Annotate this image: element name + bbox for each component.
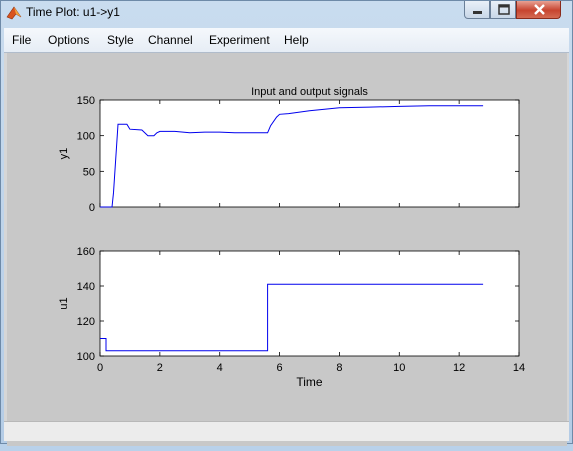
y-tick-label: 100 — [77, 351, 95, 363]
close-icon — [534, 4, 545, 15]
menu-help[interactable]: Help — [284, 33, 309, 47]
y-tick-label: 150 — [77, 95, 95, 107]
minimize-icon — [473, 11, 482, 14]
menu-options[interactable]: Options — [48, 33, 89, 47]
window-title: Time Plot: u1->y1 — [26, 5, 120, 19]
figure-area: Input and output signals 0 50 100 150 y1 100 12… — [7, 53, 567, 446]
menu-file[interactable]: File — [12, 33, 31, 47]
x-tick-label: 0 — [97, 362, 103, 374]
x-tick-label: 12 — [453, 362, 465, 374]
minimize-button[interactable] — [464, 1, 490, 19]
matlab-logo-icon — [6, 5, 22, 21]
axes-title: Input and output signals — [251, 86, 368, 98]
menu-experiment[interactable]: Experiment — [209, 33, 270, 47]
y-tick-label: 50 — [83, 166, 95, 178]
y-tick-label: 140 — [77, 281, 95, 293]
app-window: Time Plot: u1->y1 File Options Style Cha… — [0, 0, 573, 446]
title-bar[interactable]: Time Plot: u1->y1 — [1, 1, 572, 25]
maximize-icon — [498, 4, 510, 15]
axes-box-1 — [99, 99, 520, 208]
y-tick-label: 0 — [89, 202, 95, 214]
menu-bar: File Options Style Channel Experiment He… — [4, 28, 569, 53]
x-tick-label: 8 — [336, 362, 342, 374]
x-tick-label: 6 — [277, 362, 283, 374]
status-bar — [4, 421, 569, 441]
window-client-area: File Options Style Channel Experiment He… — [4, 28, 569, 446]
x-axis-label: Time — [296, 375, 323, 389]
y-tick-label: 100 — [77, 131, 95, 143]
y-axis-label: u1 — [58, 297, 70, 309]
y-tick-label: 120 — [77, 316, 95, 328]
time-plot: Input and output signals050100150y110012… — [58, 86, 525, 389]
x-tick-label: 10 — [393, 362, 405, 374]
x-tick-label: 14 — [513, 362, 525, 374]
close-button[interactable] — [516, 1, 561, 19]
x-tick-label: 4 — [217, 362, 223, 374]
menu-style[interactable]: Style — [107, 33, 134, 47]
menu-channel[interactable]: Channel — [148, 33, 193, 47]
y-tick-label: 160 — [77, 246, 95, 258]
y-axis-label: y1 — [58, 148, 70, 160]
x-tick-label: 2 — [157, 362, 163, 374]
maximize-button[interactable] — [490, 1, 516, 19]
axes-box-2 — [99, 250, 520, 357]
